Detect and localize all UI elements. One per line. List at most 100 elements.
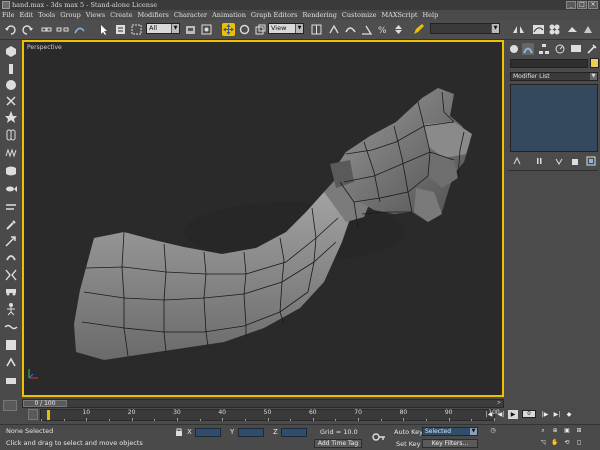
hierarchy-tab-icon[interactable] [538,43,550,55]
edit-named-selection-icon[interactable] [412,23,425,36]
redo-icon[interactable] [21,23,34,36]
menu-views[interactable]: Views [86,11,105,19]
bind-space-warp-icon[interactable] [73,23,86,36]
modifier-stack[interactable] [510,84,598,152]
star-icon[interactable] [4,110,18,124]
key-mode-dropdown[interactable]: Selected ▼ [422,427,478,436]
rope-icon[interactable] [4,338,18,352]
menu-maxscript[interactable]: MAXScript [381,11,417,19]
preview-icon[interactable] [4,374,18,388]
add-time-tag-button[interactable]: Add Time Tag [314,439,362,448]
curve-editor-icon[interactable] [532,23,545,36]
timeline-cursor[interactable] [47,410,50,420]
field-of-view-icon[interactable]: ◹ [538,438,548,447]
selection-filter-dropdown[interactable]: All ▼ [146,23,180,34]
cloth-icon[interactable] [4,164,18,178]
go-to-end-icon[interactable]: ▶| [552,410,562,419]
previous-key-icon[interactable]: ◀| [496,410,506,419]
unlink-icon[interactable] [56,23,69,36]
mirror-icon[interactable] [512,23,525,36]
auto-key-button[interactable]: Auto Key [394,428,423,436]
menu-group[interactable]: Group [60,11,81,19]
zoom-icon[interactable]: ⌕ [538,426,548,435]
named-selection-sets-dropdown[interactable]: ▼ [430,23,500,34]
next-frame-icon[interactable]: > [495,400,503,407]
car-icon[interactable] [4,284,18,298]
key-filters-button[interactable]: Key Filters... [422,439,478,448]
time-slider-thumb[interactable]: 0 / 100 [23,400,67,407]
percent-snap-icon[interactable]: % [376,23,389,36]
select-and-scale-icon[interactable] [254,23,267,36]
quick-render-icon[interactable] [582,23,595,36]
pivot-center-icon[interactable] [310,23,323,36]
maximize-button[interactable]: □ [577,1,587,9]
mini-curve-editor-icon[interactable] [3,400,17,411]
spinner-snap-icon[interactable] [392,23,405,36]
set-key-button[interactable]: Set Key [396,440,421,448]
menu-modifiers[interactable]: Modifiers [137,11,168,19]
menu-file[interactable]: File [2,11,15,19]
time-slider[interactable]: < 0 / 100 > [22,399,504,408]
key-icon[interactable] [372,432,386,442]
configure-modifier-sets-icon[interactable] [586,156,596,166]
maximize-viewport-icon[interactable]: ◻ [574,438,584,447]
arrow-icon[interactable] [4,234,18,248]
cube-icon[interactable] [4,44,18,58]
select-by-name-icon[interactable] [114,23,127,36]
render-scene-icon[interactable] [566,23,579,36]
make-unique-icon[interactable] [554,156,564,166]
water-icon[interactable] [4,320,18,334]
modifier-list-dropdown[interactable]: Modifier List ▼ [510,72,598,81]
select-object-icon[interactable] [98,23,111,36]
hinge-icon[interactable] [4,250,18,264]
select-and-move-icon[interactable] [222,23,235,36]
sphere-icon[interactable] [4,78,18,92]
menu-graph-editors[interactable]: Graph Editors [251,11,298,19]
perspective-viewport[interactable]: Perspective [22,40,504,397]
pin-stack-icon[interactable] [512,156,522,166]
ragdoll-icon[interactable] [4,302,18,316]
zoom-extents-all-icon[interactable]: ⊞ [574,426,584,435]
play-icon[interactable]: ▶ [508,410,518,419]
object-color-swatch[interactable] [590,58,599,68]
current-frame-field[interactable]: 0 [522,410,536,418]
display-tab-icon[interactable] [570,43,582,55]
timeline[interactable]: 10 20 30 40 50 60 70 80 90 100 [40,409,500,421]
object-name-field[interactable] [510,59,588,68]
x-coordinate-field[interactable] [195,428,221,437]
menu-edit[interactable]: Edit [20,11,34,19]
menu-animation[interactable]: Animation [212,11,246,19]
show-end-result-icon[interactable] [534,156,544,166]
reference-coordinate-dropdown[interactable]: View ▼ [268,23,304,34]
fracture-icon[interactable] [4,268,18,282]
scissors-icon[interactable] [4,94,18,108]
utilities-tab-icon[interactable] [586,43,598,55]
pan-icon[interactable]: ✋ [550,438,560,447]
next-key-icon[interactable]: |▶ [540,410,550,419]
spanner-icon[interactable] [4,218,18,232]
zoom-extents-icon[interactable]: ▣ [562,426,572,435]
create-tab-icon[interactable] [508,43,520,55]
angle-snap-icon[interactable] [360,23,373,36]
select-and-manipulate-icon[interactable] [328,23,341,36]
select-link-icon[interactable] [40,23,53,36]
open-trackbar-icon[interactable] [28,409,38,420]
motor-icon[interactable] [4,356,18,370]
lock-selection-icon[interactable] [174,427,184,437]
chain-icon[interactable] [4,128,18,142]
fish-icon[interactable] [4,182,18,196]
z-coordinate-field[interactable] [281,428,307,437]
material-editor-icon[interactable] [548,23,561,36]
zoom-all-icon[interactable]: ⊕ [550,426,560,435]
y-coordinate-field[interactable] [238,428,264,437]
menu-tools[interactable]: Tools [38,11,55,19]
motion-tab-icon[interactable] [554,43,566,55]
snaps-toggle-icon[interactable] [344,23,357,36]
select-and-rotate-icon[interactable] [238,23,251,36]
time-configuration-icon[interactable]: ◷ [488,426,498,435]
minimize-button[interactable]: _ [566,1,576,9]
remove-modifier-icon[interactable] [570,156,580,166]
menu-help[interactable]: Help [423,11,439,19]
character-icon[interactable] [184,23,197,36]
bottle-icon[interactable] [4,62,18,76]
